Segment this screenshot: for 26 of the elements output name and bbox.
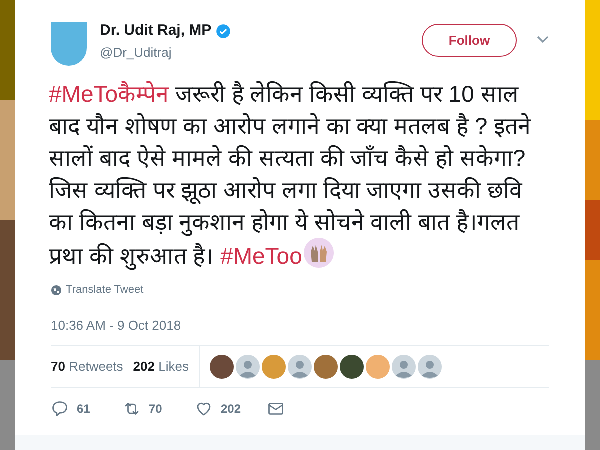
stat-link[interactable]: 202 Likes <box>133 356 189 376</box>
default-avatar-icon[interactable] <box>288 354 312 378</box>
default-avatar-icon[interactable] <box>392 354 416 378</box>
hashtag-link[interactable]: #MeToo <box>220 243 302 269</box>
author-name[interactable]: Dr. Udit Raj, MP <box>100 20 212 42</box>
tweet-text: #MeToकैम्पेन जरूरी है लेकिन किसी व्यक्ति पर 10 साल बाद यौन शोषण का आरोप लगाने का क्या मतलब है ? इतने सालों बाद ऐसे मामले की सत्यता की जाँच कैसे हो सकेगा?जिस व्यक्ति पर झूठा आरोप लगा दिया जाएगा उसकी छवि का कितना बड़ा नुकशान होगा ये सोचने वाली बात है।गलत प्रथा की शुरुआत है। #MeToo <box>49 80 532 272</box>
retweet-icon[interactable] <box>123 400 141 418</box>
action-count: 61 <box>77 401 90 418</box>
action-count: 70 <box>149 401 162 418</box>
stat-link[interactable]: 70 Retweets <box>51 356 124 376</box>
reply-icon[interactable] <box>51 400 69 418</box>
translate-link[interactable]: Translate Tweet <box>66 282 144 298</box>
chevron-down-icon[interactable] <box>537 36 549 44</box>
envelope-icon[interactable] <box>267 400 285 418</box>
author-handle[interactable]: @Dr_Uditraj <box>100 42 231 62</box>
default-avatar-icon[interactable] <box>418 354 442 378</box>
avatar[interactable] <box>340 354 364 378</box>
follow-button[interactable]: Follow <box>422 24 517 57</box>
timestamp[interactable]: 10:36 AM - 9 Oct 2018 <box>51 316 549 335</box>
raised-hands-icon <box>304 238 334 268</box>
heart-icon[interactable] <box>195 400 213 418</box>
action-count: 202 <box>221 401 242 418</box>
avatar[interactable] <box>210 354 234 378</box>
hashtag-link[interactable]: #MeToकैम्पेन <box>49 81 170 107</box>
avatar[interactable] <box>314 354 338 378</box>
globe-icon <box>51 284 62 296</box>
